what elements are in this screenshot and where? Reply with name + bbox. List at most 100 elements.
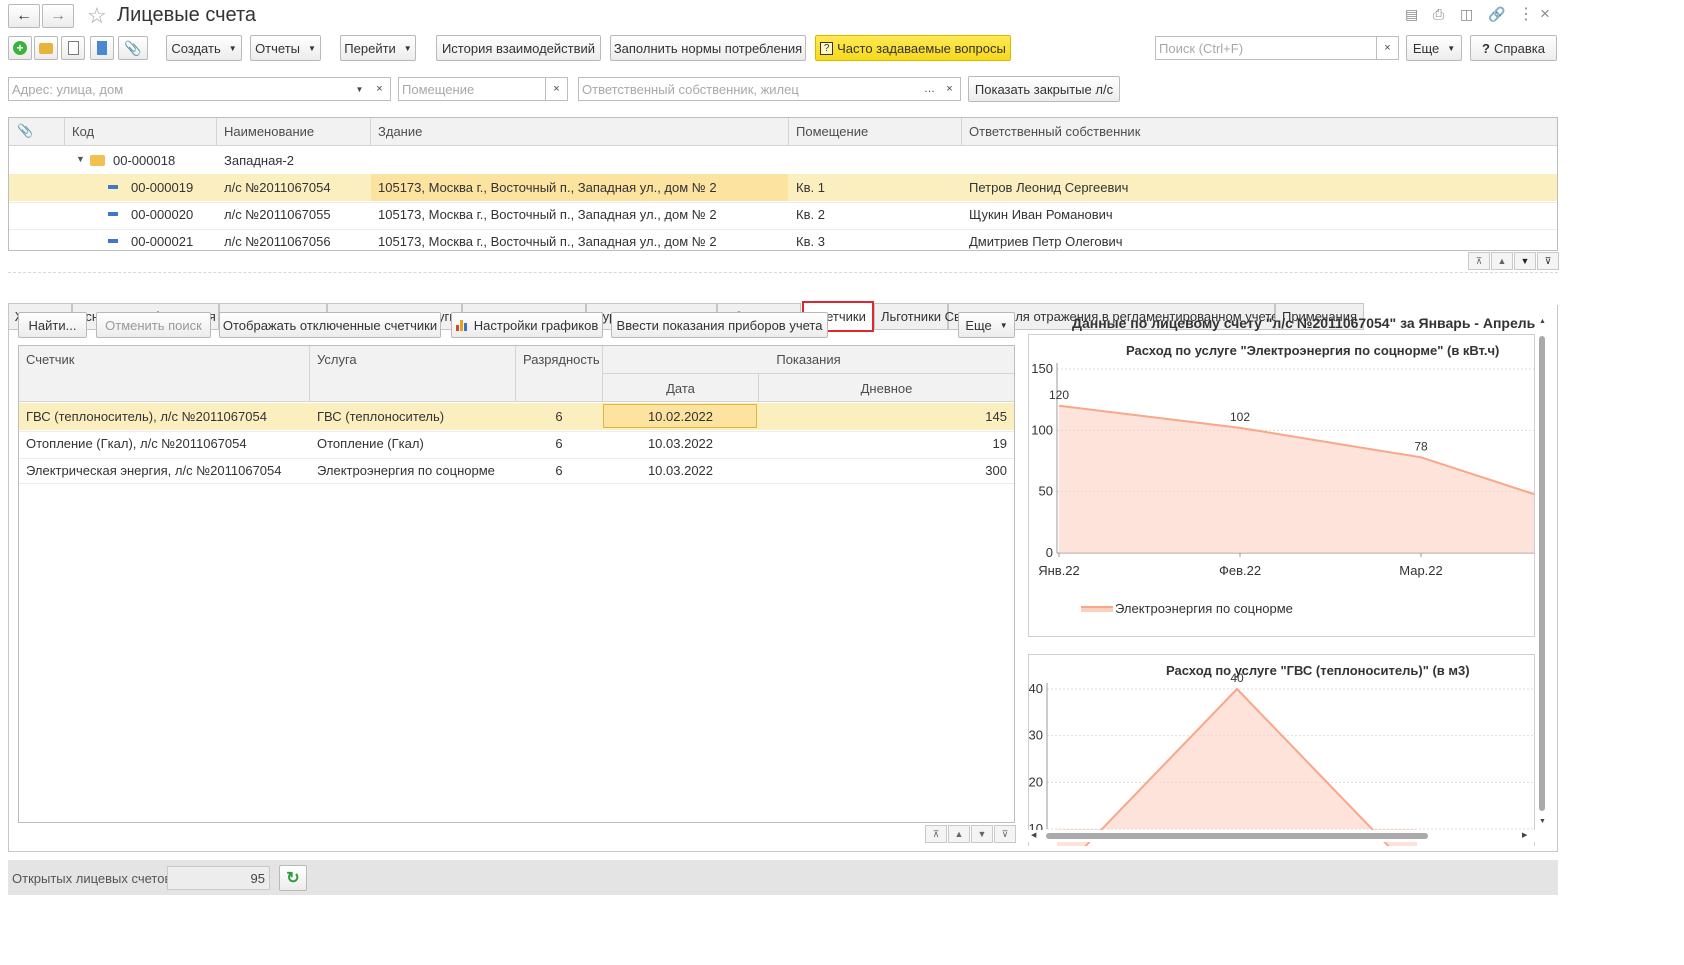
chart-plot: 150 100 50 0 120 102 78 Янв.22 Фев.22 Мар.22: [1031, 361, 1534, 578]
attach-icon[interactable]: 📎: [118, 36, 148, 60]
show-disabled-meters-button[interactable]: Отображать отключенные счетчики: [219, 312, 441, 338]
list-icon[interactable]: [90, 36, 114, 60]
meter-service: ГВС (теплоноситель): [317, 409, 445, 424]
col-header-owner[interactable]: Ответственный собственник: [969, 124, 1140, 139]
address-dropdown-icon[interactable]: ▼: [349, 77, 371, 101]
create-button[interactable]: Создать ▼: [166, 35, 242, 61]
row-building: 105173, Москва г., Восточный п., Западна…: [378, 234, 717, 249]
meter-day-reading: 300: [985, 463, 1007, 478]
item-icon: [108, 185, 118, 189]
link-icon[interactable]: 🔗: [1488, 6, 1505, 23]
meters-more-button[interactable]: Еще ▼: [958, 312, 1015, 338]
owner-filter-input[interactable]: Ответственный собственник, жилец: [578, 77, 920, 101]
scroll-right-arrow[interactable]: ▶: [1522, 831, 1527, 839]
owner-clear-icon[interactable]: ×: [939, 77, 961, 101]
area-fill: [1057, 689, 1417, 846]
refresh-button[interactable]: ↻: [279, 865, 307, 891]
meter-day-reading: 145: [985, 409, 1007, 424]
close-icon[interactable]: ×: [1540, 4, 1550, 24]
favorite-star-icon[interactable]: ☆: [87, 3, 107, 29]
item-icon: [108, 239, 118, 243]
chart-settings-button[interactable]: Настройки графиков: [451, 312, 603, 338]
chart-icon: [455, 319, 467, 331]
col-header-service[interactable]: Услуга: [317, 352, 357, 367]
scroll-thumb-h[interactable]: [1046, 833, 1428, 839]
room-filter-input[interactable]: Помещение: [398, 77, 546, 101]
row-building: 105173, Москва г., Восточный п., Западна…: [378, 180, 717, 195]
find-button[interactable]: Найти...: [18, 312, 87, 338]
enter-readings-button[interactable]: Ввести показания приборов учета: [611, 312, 828, 338]
scroll-down-button[interactable]: ▼: [1514, 252, 1536, 270]
col-header-meter[interactable]: Счетчик: [26, 352, 75, 367]
col-header-digits[interactable]: Разрядность: [523, 352, 600, 367]
scroll-up-button[interactable]: ▲: [1491, 252, 1513, 270]
more-menu-icon[interactable]: ⋮: [1518, 4, 1534, 24]
question-icon: ?: [820, 41, 834, 55]
forward-button[interactable]: →: [42, 4, 74, 28]
row-name: л/с №2011067054: [224, 180, 331, 195]
back-button[interactable]: ←: [8, 4, 40, 28]
meter-service: Электроэнергия по соцнорме: [317, 463, 495, 478]
row-building: 105173, Москва г., Восточный п., Западна…: [378, 207, 717, 222]
add-group-icon[interactable]: [34, 36, 58, 60]
meter-digits: 6: [555, 463, 563, 478]
meters-scroll-down-button[interactable]: ▼: [971, 825, 993, 843]
more-button[interactable]: Еще ▼: [1406, 35, 1462, 61]
owner-select-icon[interactable]: …: [919, 77, 941, 101]
row-owner: Щукин Иван Романович: [969, 207, 1113, 222]
scroll-left-arrow[interactable]: ◀: [1031, 831, 1036, 839]
row-room: Кв. 3: [796, 234, 825, 249]
address-filter-input[interactable]: Адрес: улица, дом: [8, 77, 350, 101]
scroll-thumb[interactable]: [1539, 336, 1545, 811]
fill-norms-button[interactable]: Заполнить нормы потребления: [610, 35, 806, 61]
y-tick-label: 50: [1039, 484, 1053, 499]
meter-date: 10.03.2022: [647, 463, 714, 478]
collapse-icon[interactable]: ▼: [76, 154, 85, 164]
item-icon: [108, 212, 118, 216]
row-code: 00-000020: [131, 207, 194, 222]
meters-scroll-top-button[interactable]: ⊼: [925, 825, 947, 843]
horizontal-scrollbar[interactable]: ◀ ▶: [1028, 830, 1535, 842]
reports-button[interactable]: Отчеты ▼: [250, 35, 321, 61]
history-button[interactable]: История взаимодействий: [436, 35, 601, 61]
search-clear-icon[interactable]: ×: [1377, 36, 1399, 60]
goto-button[interactable]: Перейти ▼: [340, 35, 416, 61]
room-clear-icon[interactable]: ×: [546, 77, 568, 101]
help-button[interactable]: ? Справка: [1470, 35, 1557, 61]
show-closed-button[interactable]: Показать закрытые л/с: [968, 76, 1120, 102]
col-header-date[interactable]: Дата: [603, 381, 758, 396]
charts-panel-header: Данные по лицевому счету "л/с №201106705…: [1072, 315, 1547, 331]
legend: Электроэнергия по соцнорме: [1081, 601, 1293, 616]
add-icon[interactable]: +: [8, 36, 32, 60]
col-header-day-reading[interactable]: Дневное: [759, 381, 1014, 396]
group-code: 00-000018: [113, 153, 176, 168]
preview-icon[interactable]: ◫: [1460, 6, 1473, 23]
copy-icon[interactable]: [61, 36, 85, 60]
address-clear-icon[interactable]: ×: [369, 77, 391, 101]
row-name: л/с №2011067056: [224, 234, 331, 249]
meters-scroll-up-button[interactable]: ▲: [948, 825, 970, 843]
scroll-up-arrow[interactable]: ▲: [1539, 318, 1546, 325]
col-header-name[interactable]: Наименование: [224, 124, 314, 139]
area-fill: [1059, 405, 1534, 553]
col-header-room[interactable]: Помещение: [796, 124, 868, 139]
x-tick-label: Янв.22: [1038, 563, 1080, 578]
meters-scroll-bottom-button[interactable]: ⊽: [994, 825, 1016, 843]
col-header-building[interactable]: Здание: [378, 124, 422, 139]
open-accounts-label: Открытых лицевых счетов:: [12, 871, 175, 886]
data-label: 120: [1049, 388, 1069, 402]
scroll-bottom-button[interactable]: ⊽: [1537, 252, 1559, 270]
meter-digits: 6: [555, 436, 563, 451]
cancel-search-button[interactable]: Отменить поиск: [96, 312, 211, 338]
save-icon[interactable]: ▤: [1405, 6, 1418, 23]
faq-button[interactable]: ? Часто задаваемые вопросы: [815, 35, 1011, 61]
col-header-code[interactable]: Код: [72, 124, 94, 139]
search-input[interactable]: Поиск (Ctrl+F): [1155, 36, 1377, 60]
print-icon[interactable]: ⎙: [1433, 6, 1444, 23]
y-tick-label: 20: [1029, 774, 1043, 789]
vertical-scrollbar[interactable]: ▲ ▼: [1536, 318, 1550, 828]
scroll-top-button[interactable]: ⊼: [1468, 252, 1490, 270]
scroll-down-arrow[interactable]: ▼: [1539, 818, 1546, 825]
meter-name: Отопление (Гкал), л/с №2011067054: [26, 436, 247, 451]
meter-service: Отопление (Гкал): [317, 436, 424, 451]
